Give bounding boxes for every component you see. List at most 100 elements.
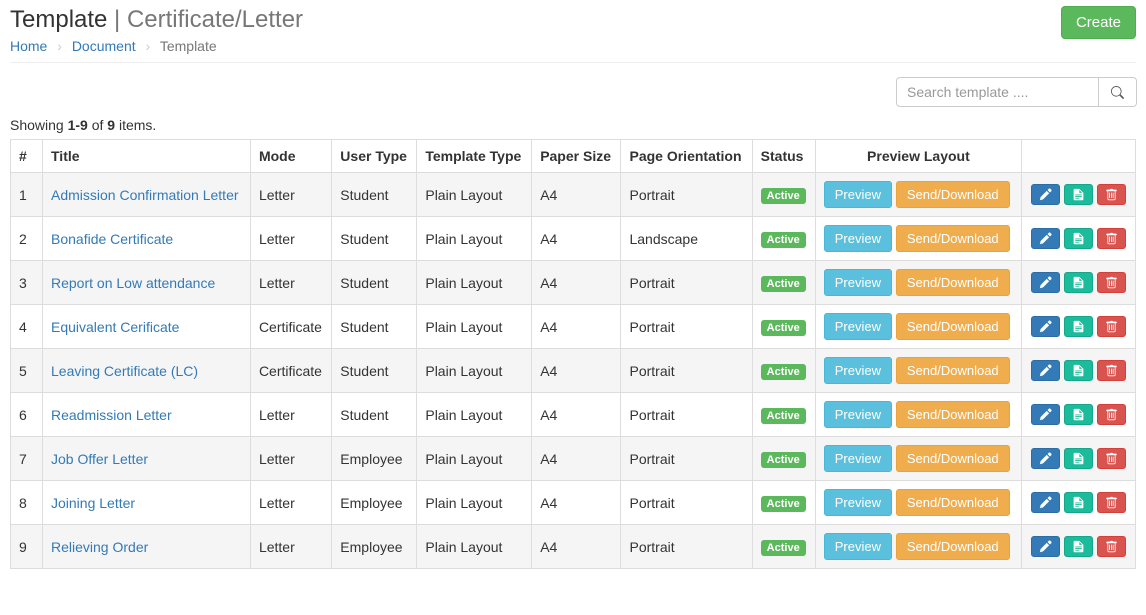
template-title-link[interactable]: Bonafide Certificate [51,231,173,247]
preview-button[interactable]: Preview [824,533,892,560]
preview-button[interactable]: Preview [824,269,892,296]
send-download-button[interactable]: Send/Download [896,269,1010,296]
view-file-button[interactable] [1064,404,1093,425]
cell-actions [1022,349,1136,393]
file-icon [1072,232,1085,245]
edit-icon [1039,408,1052,421]
table-row: 9Relieving OrderLetterEmployeePlain Layo… [11,525,1136,569]
cell-num: 7 [11,437,43,481]
send-download-button[interactable]: Send/Download [896,313,1010,340]
template-title-link[interactable]: Admission Confirmation Letter [51,187,239,203]
view-file-button[interactable] [1064,492,1093,513]
search-button[interactable] [1099,77,1137,107]
view-file-button[interactable] [1064,448,1093,469]
table-row: 2Bonafide CertificateLetterStudentPlain … [11,217,1136,261]
send-download-button[interactable]: Send/Download [896,489,1010,516]
cell-paper-size: A4 [532,305,621,349]
col-user-type[interactable]: User Type [332,140,417,173]
edit-button[interactable] [1031,228,1060,249]
cell-num: 8 [11,481,43,525]
search-input[interactable] [896,77,1099,107]
col-paper-size[interactable]: Paper Size [532,140,621,173]
col-title[interactable]: Title [43,140,251,173]
cell-template-type: Plain Layout [417,217,532,261]
col-template-type[interactable]: Template Type [417,140,532,173]
delete-button[interactable] [1097,272,1126,293]
view-file-button[interactable] [1064,536,1093,557]
edit-button[interactable] [1031,448,1060,469]
delete-button[interactable] [1097,536,1126,557]
cell-preview: Preview Send/Download [815,437,1021,481]
send-download-button[interactable]: Send/Download [896,357,1010,384]
trash-icon [1105,452,1118,465]
send-download-button[interactable]: Send/Download [896,445,1010,472]
status-badge: Active [761,408,806,424]
send-download-button[interactable]: Send/Download [896,181,1010,208]
delete-button[interactable] [1097,184,1126,205]
edit-icon [1039,364,1052,377]
edit-button[interactable] [1031,360,1060,381]
send-download-button[interactable]: Send/Download [896,533,1010,560]
template-table: # Title Mode User Type Template Type Pap… [10,139,1136,569]
preview-button[interactable]: Preview [824,445,892,472]
delete-button[interactable] [1097,228,1126,249]
breadcrumb-home[interactable]: Home [10,38,47,54]
edit-button[interactable] [1031,272,1060,293]
table-row: 4Equivalent CerificateCertificateStudent… [11,305,1136,349]
trash-icon [1105,320,1118,333]
trash-icon [1105,408,1118,421]
cell-title: Relieving Order [43,525,251,569]
cell-num: 1 [11,173,43,217]
preview-button[interactable]: Preview [824,489,892,516]
view-file-button[interactable] [1064,360,1093,381]
delete-button[interactable] [1097,316,1126,337]
view-file-button[interactable] [1064,228,1093,249]
preview-button[interactable]: Preview [824,313,892,340]
status-badge: Active [761,188,806,204]
status-badge: Active [761,452,806,468]
file-icon [1072,452,1085,465]
template-title-link[interactable]: Relieving Order [51,539,148,555]
edit-icon [1039,540,1052,553]
template-title-link[interactable]: Leaving Certificate (LC) [51,363,198,379]
preview-button[interactable]: Preview [824,357,892,384]
edit-button[interactable] [1031,492,1060,513]
view-file-button[interactable] [1064,316,1093,337]
delete-button[interactable] [1097,448,1126,469]
cell-user-type: Employee [332,525,417,569]
col-status[interactable]: Status [752,140,815,173]
preview-button[interactable]: Preview [824,401,892,428]
edit-button[interactable] [1031,404,1060,425]
template-title-link[interactable]: Report on Low attendance [51,275,215,291]
template-title-link[interactable]: Job Offer Letter [51,451,148,467]
send-download-button[interactable]: Send/Download [896,401,1010,428]
template-title-link[interactable]: Readmission Letter [51,407,172,423]
cell-paper-size: A4 [532,525,621,569]
view-file-button[interactable] [1064,272,1093,293]
col-page-orientation[interactable]: Page Orientation [621,140,752,173]
delete-button[interactable] [1097,404,1126,425]
cell-preview: Preview Send/Download [815,173,1021,217]
delete-button[interactable] [1097,492,1126,513]
send-download-button[interactable]: Send/Download [896,225,1010,252]
cell-status: Active [752,305,815,349]
edit-button[interactable] [1031,536,1060,557]
delete-button[interactable] [1097,360,1126,381]
cell-user-type: Student [332,217,417,261]
cell-preview: Preview Send/Download [815,305,1021,349]
status-badge: Active [761,540,806,556]
col-mode[interactable]: Mode [250,140,331,173]
template-title-link[interactable]: Equivalent Cerificate [51,319,179,335]
cell-actions [1022,173,1136,217]
create-button[interactable]: Create [1061,6,1136,39]
template-title-link[interactable]: Joining Letter [51,495,135,511]
preview-button[interactable]: Preview [824,181,892,208]
status-badge: Active [761,320,806,336]
edit-button[interactable] [1031,316,1060,337]
preview-button[interactable]: Preview [824,225,892,252]
edit-button[interactable] [1031,184,1060,205]
breadcrumb: Home › Document › Template [10,38,303,54]
cell-actions [1022,393,1136,437]
view-file-button[interactable] [1064,184,1093,205]
breadcrumb-document[interactable]: Document [72,38,136,54]
